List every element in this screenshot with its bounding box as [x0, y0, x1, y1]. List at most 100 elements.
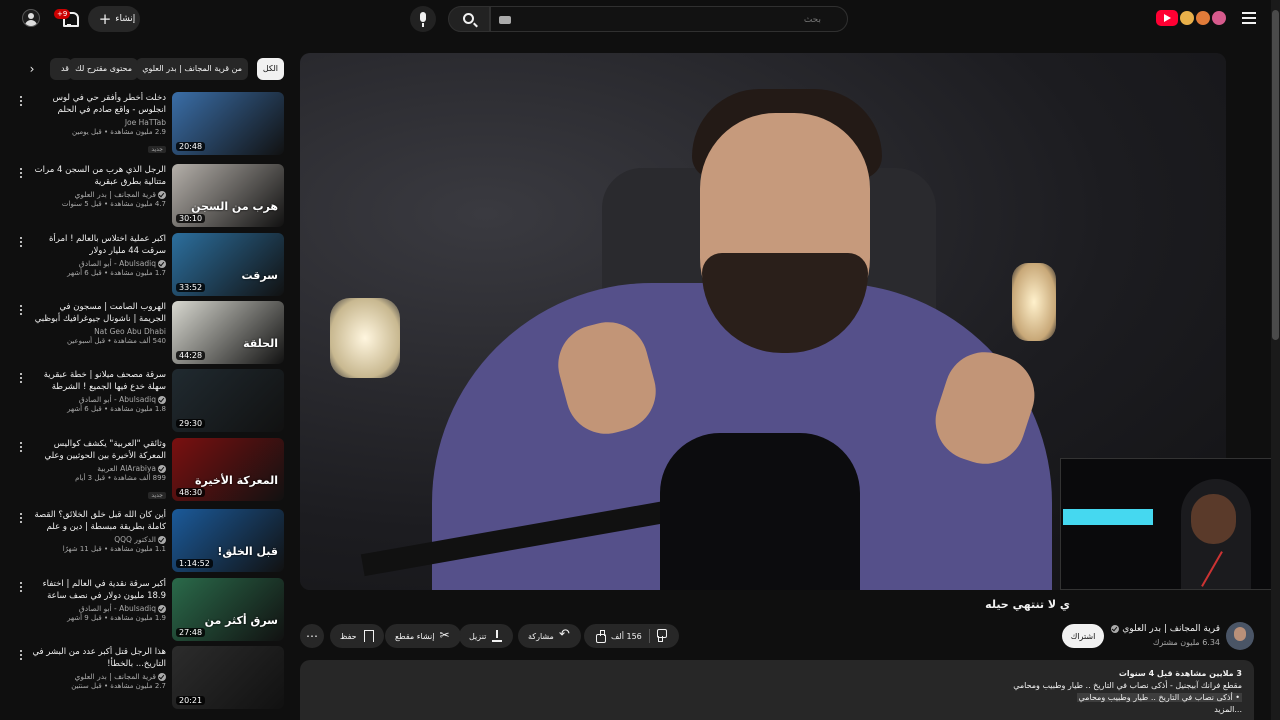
recommendation-item[interactable]: هرب من السجن 30:10 الرجل الذي هرب من السجن… — [14, 164, 286, 228]
recommendation-title[interactable]: دخلت أخطر وأفقر حي في لوس انجلوس - واقع … — [30, 92, 166, 116]
like-icon[interactable] — [594, 630, 606, 643]
recommendation-channel[interactable]: Nat Geo Abu Dhabi — [30, 327, 166, 336]
recommendation-info[interactable]: اكبر عملية اختلاس بالعالم ! امرأة سرقت 4… — [30, 233, 166, 277]
duration-badge: 30:10 — [176, 214, 206, 223]
recommendation-title[interactable]: أين كان الله قبل خلق الخلائق؟ القصة كامل… — [30, 509, 167, 533]
video-thumbnail[interactable]: سرقت 33:52 — [172, 233, 284, 296]
recommendation-info[interactable]: سرقة مصحف ميلانو | خطة عبقرية سهلة خدع ف… — [30, 369, 166, 413]
recommendation-title[interactable]: أكبر سرقة نقدية في العالم | اختفاء 18.9 … — [30, 578, 166, 602]
thumbnail-caption: الحلقة — [243, 337, 278, 350]
recommendation-channel[interactable]: AlArabiya العربية — [30, 464, 166, 473]
recommendation-info[interactable]: أكبر سرقة نقدية في العالم | اختفاء 18.9 … — [30, 578, 166, 622]
description-line-1: مقطع فرانك آبيجنيل - أذكى نصاب في التاري… — [1013, 681, 1242, 690]
recommendation-channel-name: Abulsadiq - أبو الصادق — [78, 604, 156, 613]
more-vertical-icon[interactable] — [18, 96, 24, 108]
description-box[interactable]: 3 ملايين مشاهدة قبل 4 سنوات مقطع فرانك آ… — [300, 660, 1254, 720]
video-thumbnail[interactable]: سرق أكثر من 27:48 — [172, 578, 284, 641]
recommendation-item[interactable]: 29:30 سرقة مصحف ميلانو | خطة عبقرية سهلة … — [14, 369, 286, 433]
recommendation-channel[interactable]: قرية المجانف | بدر العلوي — [30, 190, 166, 199]
more-vertical-icon[interactable] — [18, 442, 24, 454]
voice-search-button[interactable] — [410, 6, 436, 32]
share-button[interactable]: مشاركة — [518, 624, 581, 648]
recommendation-info[interactable]: وثائقي "العربية" يكشف كواليس المعركة الأ… — [30, 438, 166, 501]
recommendation-title[interactable]: اكبر عملية اختلاس بالعالم ! امرأة سرقت 4… — [30, 233, 166, 257]
search-input[interactable] — [491, 8, 847, 32]
more-vertical-icon[interactable] — [18, 305, 24, 317]
more-vertical-icon[interactable] — [18, 513, 24, 525]
recommendation-channel[interactable]: Abulsadiq - أبو الصادق — [30, 604, 166, 613]
recommendation-item[interactable]: 20:21 هذا الرجل قتل أكبر عدد من البشر في … — [14, 646, 286, 710]
more-vertical-icon[interactable] — [18, 650, 24, 662]
new-badge: جديد — [148, 146, 166, 153]
menu-icon[interactable] — [1242, 10, 1256, 24]
recommendation-info[interactable]: الهروب الصامت | مسجون في الجريمة | ناشون… — [30, 301, 166, 345]
keyboard-icon[interactable] — [499, 16, 511, 24]
youtube-logo[interactable] — [1156, 10, 1226, 26]
recommendation-channel[interactable]: قرية المجانف | بدر العلوي — [30, 672, 166, 681]
video-thumbnail[interactable]: الحلقة 44:28 — [172, 301, 284, 364]
recommendation-info[interactable]: الرجل الذي هرب من السجن 4 مرات متتالية ب… — [30, 164, 166, 208]
show-more-link[interactable]: ...المزيد — [312, 704, 1242, 716]
thumbnail-caption: المعركة الأخيرة — [195, 474, 278, 487]
more-vertical-icon[interactable] — [18, 237, 24, 249]
recommendation-title[interactable]: الرجل الذي هرب من السجن 4 مرات متتالية ب… — [30, 164, 166, 188]
like-count[interactable]: 156 ألف — [611, 632, 642, 641]
video-thumbnail[interactable]: المعركة الأخيرة 48:30 — [172, 438, 284, 501]
chevron-right-icon[interactable]: › — [22, 58, 42, 80]
scrollbar[interactable] — [1271, 0, 1280, 720]
chip-recommended[interactable]: محتوى مقترح لك — [69, 58, 138, 80]
more-vertical-icon[interactable] — [18, 373, 24, 385]
recommendation-info[interactable]: أين كان الله قبل خلق الخلائق؟ القصة كامل… — [30, 509, 166, 553]
video-thumbnail[interactable]: هرب من السجن 30:10 — [172, 164, 284, 227]
download-label: تنزيل — [469, 631, 487, 641]
scrollbar-thumb[interactable] — [1272, 10, 1279, 340]
recommendation-meta: 4.7 مليون مشاهدة • قبل 5 سنوات — [61, 200, 166, 208]
recommendation-item[interactable]: سرق أكثر من 27:48 أكبر سرقة نقدية في العال… — [14, 578, 286, 642]
recommendation-item[interactable]: سرقت 33:52 اكبر عملية اختلاس بالعالم ! امر… — [14, 233, 286, 297]
more-vertical-icon[interactable] — [18, 582, 24, 594]
recommendation-info[interactable]: هذا الرجل قتل أكبر عدد من البشر في التار… — [30, 646, 166, 690]
recommendation-channel[interactable]: Abulsadiq - أبو الصادق — [30, 395, 166, 404]
recommendation-channel-name: Abulsadiq - أبو الصادق — [78, 259, 156, 268]
video-thumbnail[interactable]: قبل الخلق! 1:14:52 — [172, 509, 284, 572]
search-box[interactable] — [490, 6, 848, 32]
like-dislike-group: 156 ألف — [584, 624, 679, 648]
video-thumbnail[interactable]: 20:21 — [172, 646, 284, 709]
recommendation-item[interactable]: المعركة الأخيرة 48:30 وثائقي "العربية" يكش… — [14, 438, 286, 502]
more-vertical-icon[interactable] — [18, 168, 24, 180]
create-button[interactable]: إنشاء + — [88, 6, 140, 32]
dislike-icon[interactable] — [657, 630, 669, 642]
duration-badge: 20:21 — [176, 696, 206, 705]
save-button[interactable]: حفظ — [330, 624, 384, 648]
channel-avatar[interactable] — [1226, 622, 1254, 650]
recommendation-meta: 2.7 مليون مشاهدة • قبل سنتين — [71, 682, 166, 690]
recommendation-info[interactable]: دخلت أخطر وأفقر حي في لوس انجلوس - واقع … — [30, 92, 166, 155]
channel-name[interactable]: قرية المجانف | بدر العلوي — [1111, 624, 1220, 634]
subscriber-count: 6.34 مليون مشترك — [1152, 638, 1220, 647]
chip-from-channel[interactable]: من قرية المجانف | بدر العلوي — [136, 58, 248, 80]
download-button[interactable]: تنزيل — [459, 624, 514, 648]
recommendation-title[interactable]: وثائقي "العربية" يكشف كواليس المعركة الأ… — [30, 438, 166, 462]
recommendation-title[interactable]: سرقة مصحف ميلانو | خطة عبقرية سهلة خدع ف… — [30, 369, 166, 393]
recommendation-title[interactable]: الهروب الصامت | مسجون في الجريمة | ناشون… — [30, 301, 166, 325]
search-button[interactable] — [448, 6, 490, 32]
recommendation-item[interactable]: 20:48 دخلت أخطر وأفقر حي في لوس انجلوس - … — [14, 92, 286, 156]
recommendation-channel[interactable]: الدكتور QQQ — [30, 535, 166, 544]
more-actions-button[interactable]: ⋯ — [300, 624, 324, 648]
verified-icon — [158, 535, 166, 544]
recommendation-channel[interactable]: Joe HaTTab — [30, 118, 166, 127]
plus-icon: + — [98, 9, 112, 28]
chip-partial[interactable]: قد — [50, 58, 72, 80]
verified-icon — [158, 464, 166, 473]
duration-badge: 29:30 — [176, 419, 206, 428]
recommendation-title[interactable]: هذا الرجل قتل أكبر عدد من البشر في التار… — [30, 646, 166, 670]
recommendation-channel[interactable]: Abulsadiq - أبو الصادق — [30, 259, 166, 268]
account-avatar[interactable] — [22, 9, 40, 27]
recommendation-item[interactable]: الحلقة 44:28 الهروب الصامت | مسجون في الجر… — [14, 301, 286, 365]
video-thumbnail[interactable]: 20:48 — [172, 92, 284, 155]
chip-all[interactable]: الكل — [256, 58, 284, 80]
clip-button[interactable]: إنشاء مقطع — [385, 624, 462, 648]
video-thumbnail[interactable]: 29:30 — [172, 369, 284, 432]
recommendation-item[interactable]: قبل الخلق! 1:14:52 أين كان الله قبل خلق ال… — [14, 509, 286, 573]
subscribe-button[interactable]: اشتراك — [1062, 624, 1104, 648]
